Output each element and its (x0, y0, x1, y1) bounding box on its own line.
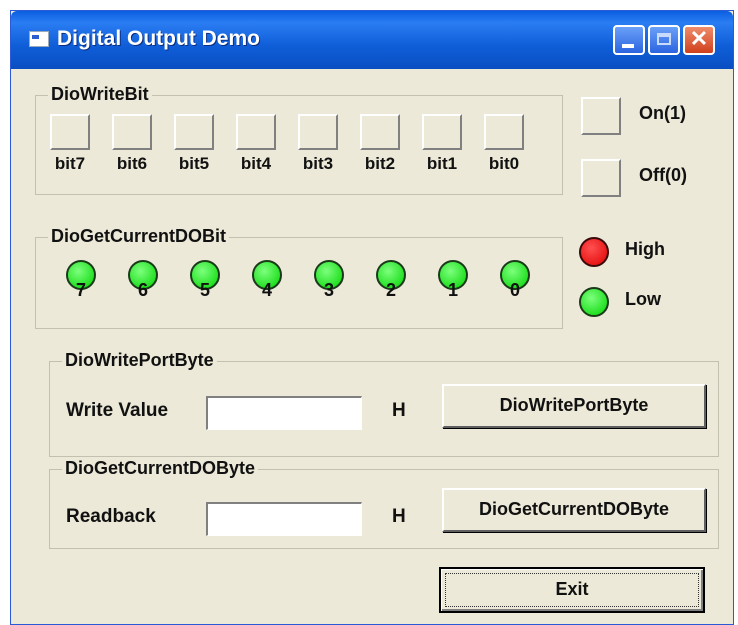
window-title: Digital Output Demo (57, 27, 260, 50)
dio-get-current-do-byte-group: DioGetCurrentDOByte Readback H DioGetCur… (49, 458, 719, 549)
app-icon[interactable] (29, 31, 49, 47)
dio-get-current-do-bit-group: DioGetCurrentDOBit 7 6 5 4 3 2 1 0 (35, 226, 563, 329)
readback-hex-suffix: H (392, 506, 406, 527)
low-led-icon (579, 287, 609, 317)
bit4-label: bit4 (240, 154, 272, 173)
bit7-label: bit7 (54, 154, 86, 173)
bit2-button[interactable] (360, 114, 400, 150)
led-bit0-label: 0 (509, 280, 520, 300)
high-label: High (625, 239, 665, 259)
bit2-label: bit2 (364, 154, 396, 173)
bit0-button[interactable] (484, 114, 524, 150)
close-button[interactable]: ✕ (683, 25, 715, 55)
bit6-label: bit6 (116, 154, 148, 173)
bit3-label: bit3 (302, 154, 334, 173)
low-label: Low (625, 289, 661, 309)
title-bar[interactable]: Digital Output Demo ✕ (11, 11, 733, 69)
readback-value-field[interactable] (206, 502, 362, 536)
on-label: On(1) (639, 103, 686, 123)
dio-get-current-do-byte-button[interactable]: DioGetCurrentDOByte (442, 488, 706, 532)
dio-write-port-byte-button[interactable]: DioWritePortByte (442, 384, 706, 428)
high-led-icon (579, 237, 609, 267)
bit1-button[interactable] (422, 114, 462, 150)
dio-get-current-do-byte-label: DioGetCurrentDOByte (62, 458, 259, 479)
led-bit2-label: 2 (385, 280, 396, 300)
bit7-button[interactable] (50, 114, 90, 150)
led-bit6-label: 6 (137, 280, 148, 300)
write-value-input[interactable] (206, 396, 362, 430)
write-value-label: Write Value (66, 400, 169, 421)
bit5-label: bit5 (178, 154, 210, 173)
off-indicator-button[interactable] (581, 159, 621, 197)
bit3-button[interactable] (298, 114, 338, 150)
main-window: Digital Output Demo ✕ DioWriteBit bit7 b… (10, 10, 734, 625)
dio-write-bit-group: DioWriteBit bit7 bit6 bit5 bit4 bit3 bit… (35, 84, 563, 195)
led-bit3-label: 3 (323, 280, 334, 300)
dio-write-port-byte-label: DioWritePortByte (62, 350, 217, 371)
minimize-button[interactable] (613, 25, 645, 55)
led-bit7-label: 7 (75, 280, 86, 300)
led-bit5-label: 5 (199, 280, 210, 300)
maximize-button[interactable] (648, 25, 680, 55)
exit-button[interactable]: Exit (439, 567, 705, 613)
write-value-hex-suffix: H (392, 400, 406, 421)
bit0-label: bit0 (488, 154, 520, 173)
readback-label: Readback (66, 506, 156, 527)
bit6-button[interactable] (112, 114, 152, 150)
dio-write-port-byte-group: DioWritePortByte Write Value H DioWriteP… (49, 350, 719, 457)
dio-write-bit-label: DioWriteBit (48, 84, 152, 105)
off-label: Off(0) (639, 165, 687, 185)
led-bit1-label: 1 (447, 280, 458, 300)
bit1-label: bit1 (426, 154, 458, 173)
on-indicator-button[interactable] (581, 97, 621, 135)
dio-get-current-do-bit-label: DioGetCurrentDOBit (48, 226, 229, 247)
bit5-button[interactable] (174, 114, 214, 150)
led-bit4-label: 4 (261, 280, 272, 300)
bit4-button[interactable] (236, 114, 276, 150)
